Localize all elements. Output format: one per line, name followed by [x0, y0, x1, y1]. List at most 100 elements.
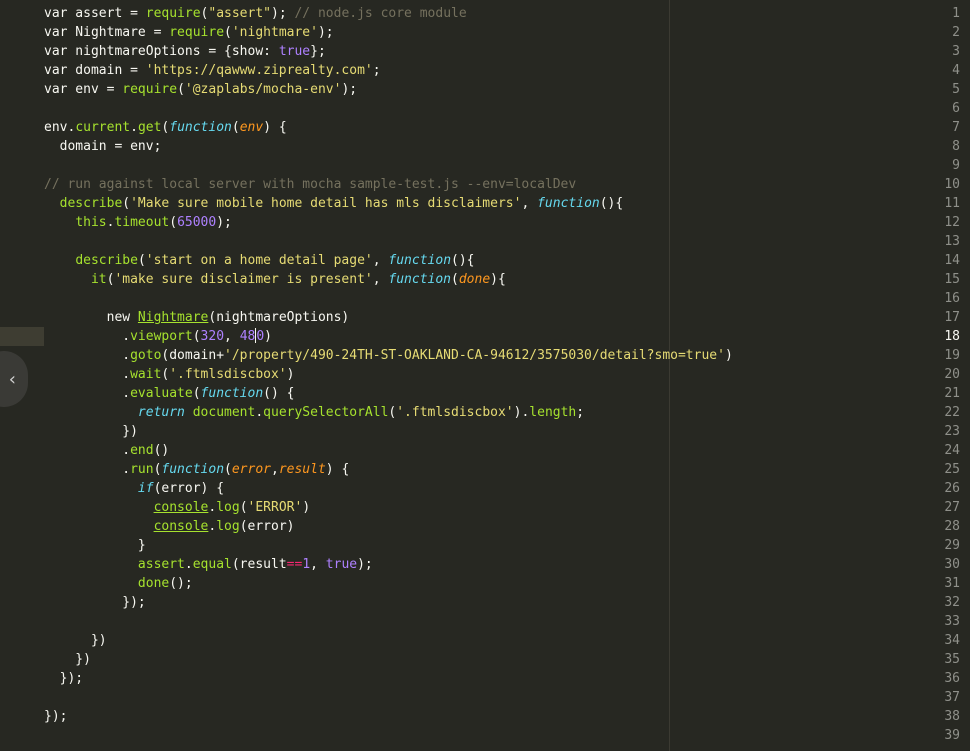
code-token: true	[278, 44, 311, 59]
code-line[interactable]: });	[44, 593, 145, 612]
line-number: 9	[952, 158, 960, 173]
code-token: ,	[310, 557, 326, 572]
line-number: 26	[944, 481, 960, 496]
code-line[interactable]: .wait('.ftmlsdiscbox')	[44, 365, 294, 384]
code-token: 'ERROR'	[247, 500, 303, 515]
code-line[interactable]: }	[44, 536, 146, 555]
line-number: 21	[944, 386, 960, 401]
line-number: 36	[944, 671, 960, 686]
code-line[interactable]: it ('make sure disclaimer is present', fu…	[44, 270, 506, 289]
line-number: 38	[944, 709, 960, 724]
code-token: );	[271, 6, 295, 21]
code-token: '@zaplabs/mocha-env'	[184, 82, 342, 97]
line-number: 6	[952, 101, 960, 116]
code-token: ==	[286, 557, 303, 572]
code-token: 0	[256, 329, 265, 344]
code-token: .	[44, 329, 131, 344]
code-line[interactable]: });	[44, 669, 84, 688]
code-token: (	[169, 215, 178, 230]
code-token: });	[44, 671, 84, 686]
line-number: 14	[944, 253, 960, 268]
code-token: );	[317, 25, 334, 40]
line-number: 35	[944, 652, 960, 667]
code-token: ) {	[325, 462, 350, 477]
code-token: .	[184, 557, 193, 572]
line-number: 2	[952, 25, 960, 40]
code-token: if	[137, 481, 154, 496]
code-line[interactable]: .viewport(320, 480)	[44, 327, 272, 346]
code-token: ,	[521, 196, 538, 211]
line-number: 30	[944, 557, 960, 572]
line-number: 29	[944, 538, 960, 553]
code-line[interactable]: var env = require('@zaplabs/mocha-env');	[44, 80, 357, 99]
code-line[interactable]: console.log(error)	[44, 517, 295, 536]
code-token: return	[137, 405, 185, 420]
code-editor[interactable]: 1 2 3 4 5 6 7 8 9 10 11 12 13 14 15 16 17 18 19 20 21 22 23 24 2…	[0, 0, 970, 751]
code-line[interactable]: var nightmareOptions = {show: true};	[44, 42, 326, 61]
code-token: var assert =	[44, 6, 146, 21]
code-token: (	[231, 120, 240, 135]
code-token: (error)	[239, 519, 295, 534]
code-line[interactable]: var assert = require("assert"); // node.…	[44, 4, 467, 23]
code-line[interactable]: return document.querySelectorAll('.ftmls…	[44, 403, 584, 422]
code-line[interactable]: console.log('ERROR')	[44, 498, 311, 517]
code-token: wait	[130, 367, 162, 382]
code-token: new	[44, 310, 138, 325]
code-line[interactable]: .end()	[44, 441, 169, 460]
code-line[interactable]: .run(function(error,result) {	[44, 460, 349, 479]
line-number: 20	[944, 367, 960, 382]
code-line[interactable]: .evaluate(function() {	[44, 384, 294, 403]
code-line[interactable]: // run against local server with mocha s…	[44, 175, 576, 194]
line-number: 8	[952, 139, 960, 154]
code-line[interactable]: this.timeout(65000);	[44, 213, 232, 232]
code-token: 48	[239, 329, 256, 344]
code-token: (	[239, 500, 248, 515]
code-line[interactable]: new Nightmare(nightmareOptions)	[44, 308, 350, 327]
line-number: 33	[944, 614, 960, 629]
line-number: 25	[944, 462, 960, 477]
code-token: )	[286, 367, 295, 382]
code-line[interactable]: if(error) {	[44, 479, 224, 498]
code-line[interactable]: .goto(domain+'/property/490-24TH-ST-OAKL…	[44, 346, 733, 365]
code-token: goto	[130, 348, 162, 363]
code-line[interactable]: done();	[44, 574, 193, 593]
code-token: done	[137, 576, 170, 591]
line-number: 10	[944, 177, 960, 192]
code-token: querySelectorAll	[263, 405, 389, 420]
vertical-scrollbar[interactable]	[964, 0, 970, 751]
line-number: 4	[952, 63, 960, 78]
code-token: )	[264, 329, 272, 344]
code-line[interactable]: describe('Make sure mobile home detail h…	[44, 194, 624, 213]
code-token: () {	[263, 386, 295, 401]
code-line[interactable]: })	[44, 422, 138, 441]
code-token: timeout	[114, 215, 170, 230]
code-line[interactable]: })	[44, 631, 107, 650]
code-line[interactable]: var domain = 'https://qawww.ziprealty.co…	[44, 61, 381, 80]
code-line[interactable]: assert.equal(result==1, true);	[44, 555, 373, 574]
code-token: }	[44, 538, 146, 553]
code-token: require	[169, 25, 225, 40]
code-token: describe	[59, 196, 123, 211]
code-token: (error) {	[153, 481, 225, 496]
code-token: console	[153, 519, 209, 534]
line-number: 16	[944, 291, 960, 306]
code-line[interactable]: env.current.get(function(env) {	[44, 118, 287, 137]
code-token: );	[357, 557, 373, 572]
code-line[interactable]: var Nightmare = require('nightmare');	[44, 23, 334, 42]
code-line[interactable]: });	[44, 707, 67, 726]
code-token: 65000	[177, 215, 217, 230]
code-token: it	[90, 272, 107, 287]
line-number: 11	[944, 196, 960, 211]
code-token: 'start on a home detail page'	[145, 253, 373, 268]
code-token: (	[192, 386, 201, 401]
code-line[interactable]: })	[44, 650, 91, 669]
code-line[interactable]: describe('start on a home detail page', …	[44, 251, 474, 270]
line-number: 12	[944, 215, 960, 230]
code-token: end	[130, 443, 154, 458]
code-line[interactable]: domain = env;	[44, 137, 162, 156]
code-token: 'Make sure mobile home detail has mls di…	[130, 196, 522, 211]
code-token: "assert"	[208, 6, 271, 21]
code-token: this	[75, 215, 107, 230]
